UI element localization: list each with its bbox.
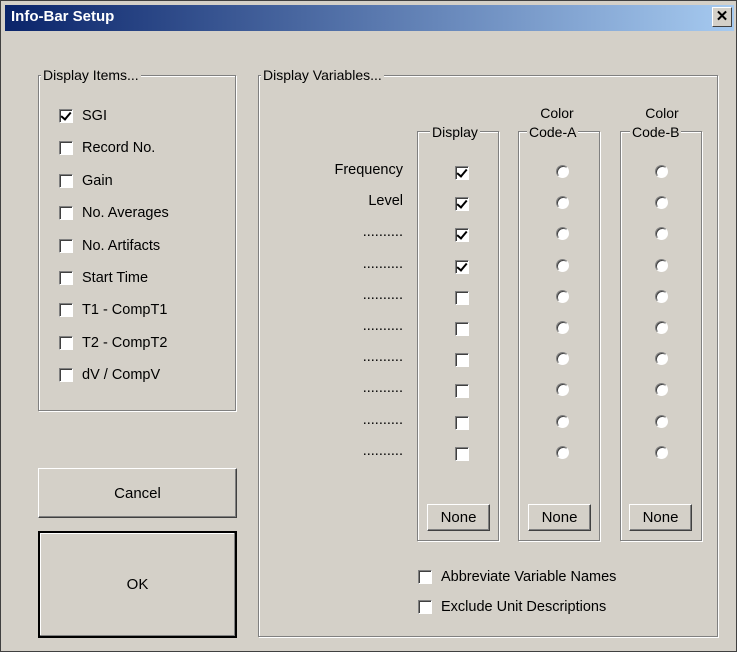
variable-color-b-radio[interactable] (655, 445, 668, 459)
variable-color-b-radio[interactable] (655, 414, 668, 428)
variable-color-b-radio[interactable] (655, 258, 668, 272)
abbreviate-label: Abbreviate Variable Names (441, 569, 617, 585)
variable-color-a-radio[interactable] (556, 321, 569, 334)
variable-label: .......... (362, 286, 403, 303)
display-item-row[interactable]: No. Averages (59, 203, 169, 223)
display-variables-legend: Display Variables... (261, 67, 384, 83)
exclude-units-checkbox-row[interactable]: Exclude Unit Descriptions (418, 597, 606, 617)
variable-display-checkbox[interactable] (455, 228, 469, 243)
cancel-button-label: Cancel (114, 484, 161, 502)
display-items-legend: Display Items... (41, 67, 141, 83)
info-bar-setup-dialog: Info-Bar Setup ✕ Display Items... SGI Rec… (0, 0, 737, 652)
cancel-button[interactable]: Cancel (38, 468, 237, 518)
display-item-label: dV / CompV (82, 367, 161, 384)
variable-color-a-radio[interactable] (556, 258, 569, 272)
color-a-none-label: None (541, 509, 578, 526)
variable-color-a-radio[interactable] (556, 289, 569, 303)
window-title: Info-Bar Setup (11, 8, 115, 25)
display-item-label: T2 - CompT2 (82, 334, 168, 351)
display-item-checkbox[interactable] (59, 206, 73, 221)
ok-button-label: OK (126, 576, 149, 593)
display-item-row[interactable]: SGI (59, 106, 107, 126)
display-item-row[interactable]: T1 - CompT1 (59, 300, 167, 320)
color-code-a-header: Color (540, 105, 574, 121)
display-item-label: Gain (82, 172, 113, 189)
color-b-none-label: None (642, 509, 679, 526)
title-bar[interactable]: Info-Bar Setup ✕ (5, 5, 734, 31)
close-icon: ✕ (715, 8, 729, 25)
display-none-label: None (440, 509, 477, 526)
variable-display-checkbox[interactable] (455, 259, 469, 274)
variable-label: .......... (362, 255, 403, 272)
color-code-a-legend: Code-A (527, 124, 579, 140)
display-item-row[interactable]: Start Time (59, 268, 148, 288)
display-item-row[interactable]: No. Artifacts (59, 236, 160, 256)
variable-display-checkbox[interactable] (455, 290, 469, 305)
variable-display-checkbox[interactable] (455, 384, 469, 399)
display-item-checkbox[interactable] (59, 271, 73, 285)
display-item-row[interactable]: dV / CompV (59, 365, 160, 385)
variable-label: .......... (362, 318, 403, 334)
display-item-label: T1 - CompT1 (82, 302, 168, 319)
color-code-b-legend: Code-B (630, 124, 682, 140)
display-item-label: Record No. (82, 140, 156, 157)
ok-button[interactable]: OK (38, 531, 237, 638)
display-column-group (417, 131, 499, 541)
variable-display-checkbox[interactable] (455, 353, 469, 368)
variable-color-a-radio[interactable] (556, 414, 569, 428)
variable-display-checkbox[interactable] (455, 166, 469, 180)
display-item-label: SGI (82, 108, 107, 124)
display-item-checkbox[interactable] (59, 238, 73, 253)
display-item-checkbox[interactable] (59, 173, 73, 188)
display-item-row[interactable]: Record No. (59, 138, 155, 158)
variable-label: .......... (362, 224, 403, 241)
color-code-b-group (620, 131, 702, 541)
display-item-checkbox[interactable] (59, 368, 73, 383)
variable-label: .......... (362, 380, 403, 397)
variable-color-a-radio[interactable] (556, 445, 569, 459)
color-code-a-group (518, 131, 600, 541)
abbreviate-checkbox-row[interactable]: Abbreviate Variable Names (418, 567, 616, 587)
variable-color-b-radio[interactable] (655, 289, 668, 303)
display-item-checkbox[interactable] (59, 141, 73, 156)
variable-label: .......... (362, 442, 403, 459)
variable-display-checkbox[interactable] (455, 446, 469, 461)
color-b-none-button[interactable]: None (629, 504, 692, 531)
display-none-button[interactable]: None (427, 504, 490, 531)
variable-display-checkbox[interactable] (455, 415, 469, 430)
display-item-checkbox[interactable] (59, 335, 73, 350)
display-column-legend: Display (430, 124, 480, 140)
display-item-checkbox[interactable] (59, 109, 73, 123)
exclude-units-checkbox[interactable] (418, 600, 432, 614)
variable-label: Frequency (334, 162, 403, 178)
color-a-none-button[interactable]: None (528, 504, 591, 531)
variable-label: .......... (362, 411, 403, 428)
variable-label: Level (368, 193, 403, 210)
display-item-row[interactable]: Gain (59, 171, 113, 191)
variable-display-checkbox[interactable] (455, 197, 469, 212)
display-item-label: Start Time (82, 270, 149, 286)
display-item-checkbox[interactable] (59, 303, 73, 318)
abbreviate-checkbox[interactable] (418, 570, 432, 584)
exclude-units-label: Exclude Unit Descriptions (441, 599, 607, 615)
display-item-label: No. Averages (82, 205, 169, 222)
variable-color-a-radio[interactable] (556, 165, 569, 178)
variable-display-checkbox[interactable] (455, 322, 469, 336)
display-item-row[interactable]: T2 - CompT2 (59, 333, 167, 353)
variable-color-b-radio[interactable] (655, 321, 668, 334)
variable-color-b-radio[interactable] (655, 165, 668, 178)
color-code-b-header: Color (645, 105, 679, 121)
close-button[interactable]: ✕ (712, 7, 732, 27)
display-item-label: No. Artifacts (82, 237, 161, 254)
variable-label: .......... (362, 349, 403, 366)
